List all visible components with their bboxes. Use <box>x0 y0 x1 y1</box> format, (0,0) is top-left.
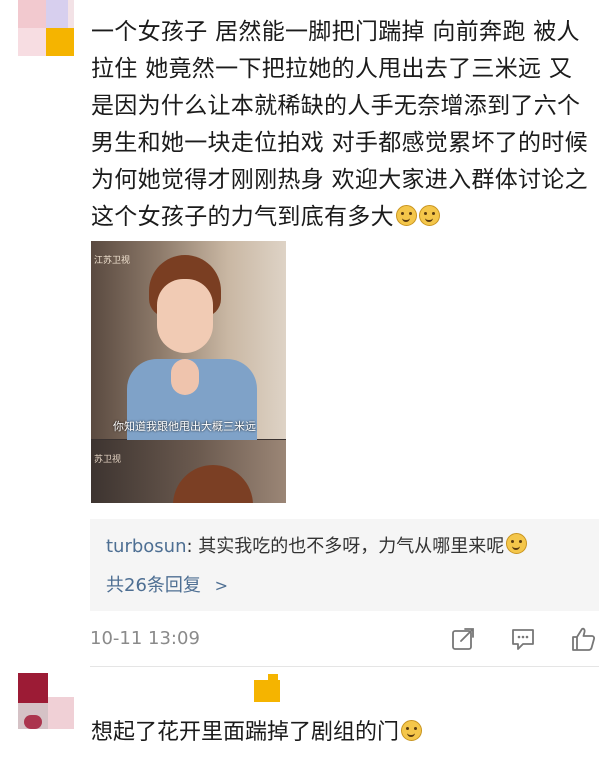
reply-username[interactable]: turbosun <box>106 536 187 557</box>
timestamp: 10-11 13:09 <box>90 628 200 649</box>
replies-count-label: 共26条回复 <box>106 575 201 596</box>
like-icon[interactable] <box>570 626 596 652</box>
divider <box>90 666 599 667</box>
smile-emoji-icon <box>395 205 417 226</box>
chevron-right-icon: > <box>214 576 229 595</box>
decoration <box>254 680 280 702</box>
decoration <box>268 674 278 682</box>
image-caption: 你知道我跟他甩出大概三米远 <box>113 420 256 433</box>
view-replies-link[interactable]: 共26条回复 > <box>106 571 228 597</box>
avatar[interactable] <box>18 0 78 58</box>
post-text: 一个女孩子 居然能一脚把门踹掉 向前奔跑 被人拉住 她竟然一下把拉她的人甩出去了… <box>91 19 588 230</box>
channel-label-bottom: 苏卫视 <box>94 455 122 465</box>
reply-line: turbosun: 其实我吃的也不多呀，力气从哪里来呢 <box>106 532 528 558</box>
comment-text: 想起了花开里面踹掉了剧组的门 <box>91 714 423 746</box>
laugh-cry-emoji-icon <box>401 720 423 741</box>
reply-preview[interactable]: turbosun: 其实我吃的也不多呀，力气从哪里来呢 共26条回复 > <box>90 519 599 611</box>
channel-label: 江苏卫视 <box>94 256 131 266</box>
smile-emoji-icon <box>418 205 440 226</box>
reply-text: : 其实我吃的也不多呀，力气从哪里来呢 <box>186 536 505 557</box>
avatar[interactable] <box>18 673 74 729</box>
smile-emoji-icon <box>506 533 528 554</box>
post-image[interactable]: 江苏卫视 你知道我跟他甩出大概三米远 苏卫视 <box>91 241 286 503</box>
comment-icon[interactable] <box>510 626 536 652</box>
share-icon[interactable] <box>450 626 476 652</box>
